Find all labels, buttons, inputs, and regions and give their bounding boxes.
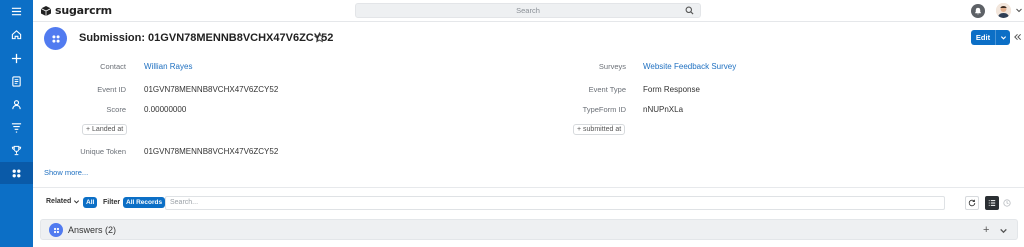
- home-icon[interactable]: [0, 23, 33, 45]
- filter-icon[interactable]: [0, 116, 33, 138]
- event-id-value: 01GVN78MENNB8VCHX47V6ZCY52: [144, 85, 279, 94]
- clock-icon[interactable]: [1003, 199, 1011, 207]
- app-window: sugarcrm Search Submission: 01GVN78MENNB…: [0, 0, 1024, 247]
- add-answer-button[interactable]: +: [983, 224, 989, 236]
- brand-name: sugarcrm: [55, 4, 112, 17]
- contact-label: Contact: [100, 62, 126, 71]
- global-search-input[interactable]: Search: [355, 3, 701, 18]
- chevron-down-icon[interactable]: [999, 226, 1008, 235]
- edit-button-label[interactable]: Edit: [971, 30, 996, 45]
- event-id-label: Event ID: [97, 85, 126, 94]
- module-icon: [44, 27, 67, 50]
- trophy-icon[interactable]: [0, 139, 33, 161]
- typeform-id-label: TypeForm ID: [582, 105, 626, 114]
- user-avatar[interactable]: [996, 3, 1011, 18]
- edit-button[interactable]: Edit: [971, 30, 1010, 45]
- section-divider: [33, 187, 1024, 188]
- list-view-icon: [988, 200, 996, 206]
- unique-token-value: 01GVN78MENNB8VCHX47V6ZCY52: [144, 147, 279, 156]
- search-icon[interactable]: [685, 6, 694, 15]
- sugar-cube-icon: [40, 5, 52, 16]
- contacts-icon[interactable]: [0, 93, 33, 115]
- surveys-label: Surveys: [598, 62, 626, 71]
- filter-all-records-badge[interactable]: All Records: [123, 197, 166, 208]
- subpanel-search-placeholder: Search...: [170, 199, 199, 206]
- event-type-value: Form Response: [643, 85, 700, 94]
- answers-module-icon: [49, 223, 63, 237]
- refresh-icon: [968, 199, 976, 207]
- chevron-down-icon: [1000, 36, 1006, 40]
- score-value: 0.00000000: [144, 105, 187, 114]
- top-bar: sugarcrm Search: [33, 0, 1024, 22]
- answers-title[interactable]: Answers (2): [68, 225, 116, 235]
- event-type-label: Event Type: [588, 85, 626, 94]
- brand-logo[interactable]: sugarcrm: [40, 4, 112, 17]
- subpanel-search-input[interactable]: Search...: [165, 196, 945, 210]
- notifications-icon[interactable]: [971, 4, 985, 18]
- menu-icon[interactable]: [0, 0, 33, 22]
- apps-icon[interactable]: [0, 162, 33, 184]
- left-nav: [0, 0, 33, 247]
- answers-subpanel-header[interactable]: Answers (2) +: [40, 219, 1018, 240]
- related-label: Related: [46, 198, 72, 205]
- contact-link[interactable]: Willian Rayes: [144, 62, 192, 71]
- document-icon[interactable]: [0, 70, 33, 92]
- chevron-down-icon: [74, 200, 80, 204]
- related-dropdown[interactable]: Related: [46, 198, 80, 205]
- show-more-link[interactable]: Show more...: [44, 168, 88, 177]
- surveys-link[interactable]: Website Feedback Survey: [643, 62, 736, 71]
- related-all-badge[interactable]: All: [83, 197, 98, 208]
- favorite-star-icon[interactable]: [314, 32, 325, 43]
- unique-token-label: Unique Token: [80, 147, 126, 156]
- typeform-id-value: nNUPnXLa: [643, 105, 684, 114]
- search-placeholder: Search: [516, 6, 540, 15]
- chevron-down-icon[interactable]: [1015, 6, 1023, 14]
- add-submitted-at-button[interactable]: + submitted at: [573, 124, 626, 135]
- record-title: Submission: 01GVN78MENNB8VCHX47V6ZCY52: [79, 32, 334, 44]
- filter-label: Filter: [103, 199, 121, 206]
- add-landed-at-button[interactable]: + Landed at: [82, 124, 128, 135]
- edit-dropdown-toggle[interactable]: [996, 30, 1010, 45]
- collapse-panel-icon[interactable]: [1013, 32, 1022, 42]
- plus-icon[interactable]: [0, 47, 33, 69]
- score-label: Score: [106, 105, 126, 114]
- refresh-button[interactable]: [965, 196, 979, 210]
- list-view-button[interactable]: [985, 196, 999, 210]
